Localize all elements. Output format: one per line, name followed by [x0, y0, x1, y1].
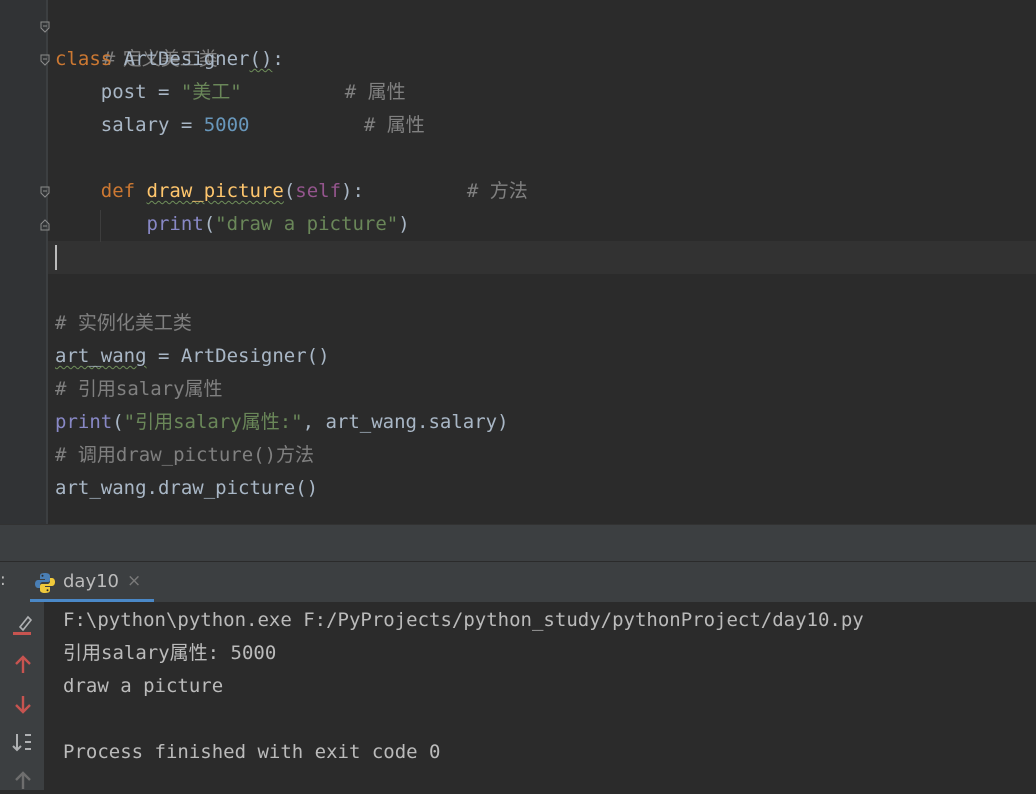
fold-marker-icon[interactable] — [40, 54, 50, 66]
text-caret — [55, 245, 57, 270]
run-console-output[interactable]: F:\python\python.exe F:/PyProjects/pytho… — [44, 602, 1036, 790]
code-line-1: # 定义美工类 — [100, 48, 218, 70]
fold-marker-icon[interactable] — [40, 186, 50, 198]
run-toolbar — [0, 602, 44, 790]
code-line-4: salary = 5000 # 属性 — [55, 114, 425, 136]
editor-gutter — [0, 0, 46, 524]
down-arrow-icon[interactable] — [10, 691, 36, 717]
code-line-15: art_wang.draw_picture() — [55, 477, 319, 499]
run-panel-prefix: : — [0, 570, 6, 590]
code-line-3: post = "美工" # 属性 — [55, 81, 406, 103]
console-line: F:\python\python.exe F:/PyProjects/pytho… — [63, 609, 864, 631]
console-line: Process finished with exit code 0 — [63, 741, 441, 763]
clear-all-icon[interactable] — [10, 612, 36, 638]
current-line-highlight — [48, 241, 1036, 274]
code-editor[interactable]: # 定义美工类 class ArtDesigner(): post = "美工"… — [0, 0, 1036, 524]
console-line: 引用salary属性: 5000 — [63, 642, 277, 664]
run-tab-day10[interactable]: day10 × — [30, 562, 154, 602]
gutter-separator — [46, 0, 48, 524]
python-icon — [34, 572, 56, 594]
soft-wrap-sort-icon[interactable] — [10, 730, 36, 756]
code-line-14: # 调用draw_picture()方法 — [55, 444, 315, 466]
run-tab-label: day10 — [63, 571, 120, 592]
close-icon[interactable]: × — [127, 571, 141, 591]
code-line-13: print("引用salary属性:", art_wang.salary) — [55, 411, 509, 433]
fold-end-marker-icon[interactable] — [40, 219, 50, 231]
code-line-6: def draw_picture(self): # 方法 — [100, 180, 528, 202]
fold-marker-icon[interactable] — [40, 21, 50, 33]
up-arrow-icon[interactable] — [10, 768, 36, 794]
panel-splitter[interactable] — [0, 524, 1036, 561]
up-arrow-icon[interactable] — [10, 652, 36, 678]
console-line: draw a picture — [63, 675, 224, 697]
code-line-10: # 实例化美工类 — [55, 312, 192, 334]
code-line-2: class ArtDesigner(): — [55, 48, 284, 70]
code-line-12: # 引用salary属性 — [55, 378, 223, 400]
code-line-11: art_wang = ArtDesigner() — [55, 345, 330, 367]
code-line-7: print("draw a picture") — [146, 213, 410, 235]
run-tool-window-header: : day10 × — [0, 561, 1036, 602]
